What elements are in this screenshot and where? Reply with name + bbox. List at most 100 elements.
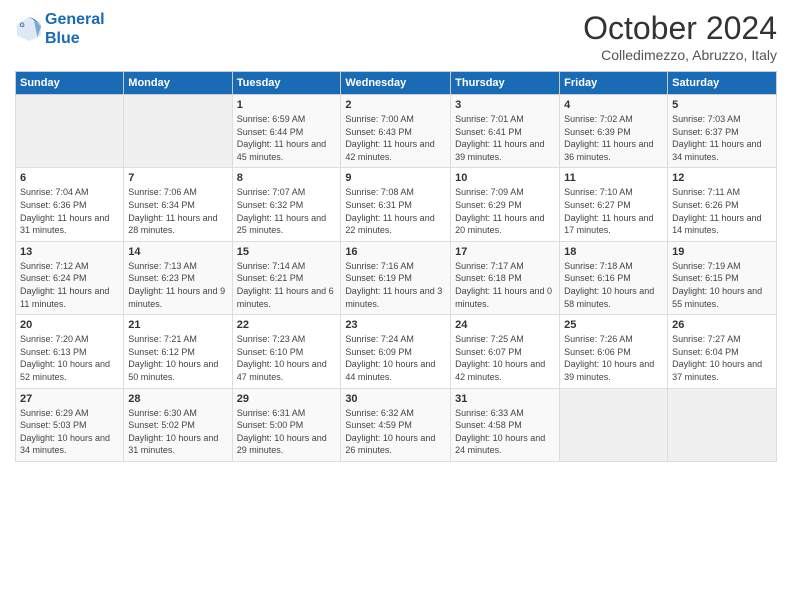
day-number: 8 (237, 172, 337, 184)
header-row: Sunday Monday Tuesday Wednesday Thursday… (16, 72, 777, 95)
day-number: 2 (345, 99, 446, 111)
calendar-cell: 17 Sunrise: 7:17 AMSunset: 6:18 PMDayligh… (451, 241, 560, 314)
day-info: Sunrise: 7:00 AMSunset: 6:43 PMDaylight:… (345, 113, 446, 163)
day-number: 23 (345, 319, 446, 331)
month-title: October 2024 (583, 10, 777, 47)
day-number: 26 (672, 319, 772, 331)
svg-text:G: G (20, 22, 25, 29)
day-number: 7 (128, 172, 227, 184)
calendar-cell: 29Sunrise: 6:31 AMSunset: 5:00 PMDayligh… (232, 388, 341, 461)
calendar-cell: 8Sunrise: 7:07 AMSunset: 6:32 PMDaylight… (232, 168, 341, 241)
header-saturday: Saturday (668, 72, 777, 95)
day-info: Sunrise: 7:17 AMSunset: 6:18 PMDaylight:… (455, 260, 555, 310)
day-info: Sunrise: 6:29 AMSunset: 5:03 PMDaylight:… (20, 407, 119, 457)
day-info: Sunrise: 6:30 AMSunset: 5:02 PMDaylight:… (128, 407, 227, 457)
calendar-week-2: 6 Sunrise: 7:04 AMSunset: 6:36 PMDaylight… (16, 168, 777, 241)
calendar-week-1: 1Sunrise: 6:59 AMSunset: 6:44 PMDaylight… (16, 95, 777, 168)
day-info: Sunrise: 7:06 AMSunset: 6:34 PMDaylight:… (128, 186, 227, 236)
day-info: Sunrise: 6:32 AMSunset: 4:59 PMDaylight:… (345, 407, 446, 457)
calendar-cell: 28 Sunrise: 6:30 AMSunset: 5:02 PMDayligh… (124, 388, 232, 461)
title-section: October 2024 Colledimezzo, Abruzzo, Ital… (583, 10, 777, 63)
day-info: Sunrise: 7:13 AMSunset: 6:23 PMDaylight:… (128, 260, 227, 310)
day-number: 1 (237, 99, 337, 111)
day-number: 20 (20, 319, 119, 331)
location-subtitle: Colledimezzo, Abruzzo, Italy (583, 47, 777, 63)
calendar-week-5: 27Sunrise: 6:29 AMSunset: 5:03 PMDayligh… (16, 388, 777, 461)
day-number: 17 (455, 246, 555, 258)
day-number: 31 (455, 393, 555, 405)
day-info: Sunrise: 6:31 AMSunset: 5:00 PMDaylight:… (237, 407, 337, 457)
calendar-cell: 19 Sunrise: 7:19 AMSunset: 6:15 PMDayligh… (668, 241, 777, 314)
day-number: 14 (128, 246, 227, 258)
day-number: 18 (564, 246, 663, 258)
calendar-cell: 2 Sunrise: 7:00 AMSunset: 6:43 PMDaylight… (341, 95, 451, 168)
calendar-cell: 20 Sunrise: 7:20 AMSunset: 6:13 PMDayligh… (16, 315, 124, 388)
calendar-page: G General Blue October 2024 Colledimezzo… (0, 0, 792, 612)
day-info: Sunrise: 7:12 AMSunset: 6:24 PMDaylight:… (20, 260, 119, 310)
logo-icon: G (15, 15, 43, 43)
calendar-cell: 12Sunrise: 7:11 AMSunset: 6:26 PMDayligh… (668, 168, 777, 241)
calendar-cell: 22 Sunrise: 7:23 AMSunset: 6:10 PMDayligh… (232, 315, 341, 388)
day-info: Sunrise: 7:18 AMSunset: 6:16 PMDaylight:… (564, 260, 663, 310)
day-info: Sunrise: 7:24 AMSunset: 6:09 PMDaylight:… (345, 333, 446, 383)
calendar-cell: 14 Sunrise: 7:13 AMSunset: 6:23 PMDayligh… (124, 241, 232, 314)
calendar-table: Sunday Monday Tuesday Wednesday Thursday… (15, 71, 777, 462)
day-number: 16 (345, 246, 446, 258)
calendar-cell: 30Sunrise: 6:32 AMSunset: 4:59 PMDayligh… (341, 388, 451, 461)
calendar-week-3: 13 Sunrise: 7:12 AMSunset: 6:24 PMDayligh… (16, 241, 777, 314)
header-tuesday: Tuesday (232, 72, 341, 95)
day-info: Sunrise: 7:04 AMSunset: 6:36 PMDaylight:… (20, 186, 119, 236)
day-number: 21 (128, 319, 227, 331)
day-number: 4 (564, 99, 663, 111)
day-number: 15 (237, 246, 337, 258)
header-monday: Monday (124, 72, 232, 95)
day-info: Sunrise: 7:16 AMSunset: 6:19 PMDaylight:… (345, 260, 446, 310)
calendar-cell: 11Sunrise: 7:10 AMSunset: 6:27 PMDayligh… (560, 168, 668, 241)
calendar-cell: 5Sunrise: 7:03 AMSunset: 6:37 PMDaylight… (668, 95, 777, 168)
day-number: 12 (672, 172, 772, 184)
calendar-cell: 16 Sunrise: 7:16 AMSunset: 6:19 PMDayligh… (341, 241, 451, 314)
calendar-cell: 21Sunrise: 7:21 AMSunset: 6:12 PMDayligh… (124, 315, 232, 388)
logo-line1: General (45, 11, 105, 28)
calendar-cell: 15 Sunrise: 7:14 AMSunset: 6:21 PMDayligh… (232, 241, 341, 314)
calendar-cell: 31Sunrise: 6:33 AMSunset: 4:58 PMDayligh… (451, 388, 560, 461)
day-number: 28 (128, 393, 227, 405)
calendar-cell: 6 Sunrise: 7:04 AMSunset: 6:36 PMDaylight… (16, 168, 124, 241)
calendar-cell (124, 95, 232, 168)
calendar-cell: 9 Sunrise: 7:08 AMSunset: 6:31 PMDaylight… (341, 168, 451, 241)
calendar-cell: 3Sunrise: 7:01 AMSunset: 6:41 PMDaylight… (451, 95, 560, 168)
day-number: 24 (455, 319, 555, 331)
calendar-cell (560, 388, 668, 461)
day-number: 11 (564, 172, 663, 184)
calendar-cell: 10Sunrise: 7:09 AMSunset: 6:29 PMDayligh… (451, 168, 560, 241)
logo-text: General Blue (45, 10, 105, 48)
logo: G General Blue (15, 10, 105, 48)
calendar-cell: 26 Sunrise: 7:27 AMSunset: 6:04 PMDayligh… (668, 315, 777, 388)
day-info: Sunrise: 7:23 AMSunset: 6:10 PMDaylight:… (237, 333, 337, 383)
day-number: 22 (237, 319, 337, 331)
calendar-cell: 18 Sunrise: 7:18 AMSunset: 6:16 PMDayligh… (560, 241, 668, 314)
calendar-cell: 7 Sunrise: 7:06 AMSunset: 6:34 PMDaylight… (124, 168, 232, 241)
day-info: Sunrise: 7:27 AMSunset: 6:04 PMDaylight:… (672, 333, 772, 383)
day-info: Sunrise: 7:08 AMSunset: 6:31 PMDaylight:… (345, 186, 446, 236)
day-number: 25 (564, 319, 663, 331)
day-number: 13 (20, 246, 119, 258)
day-info: Sunrise: 7:26 AMSunset: 6:06 PMDaylight:… (564, 333, 663, 383)
calendar-cell: 1Sunrise: 6:59 AMSunset: 6:44 PMDaylight… (232, 95, 341, 168)
calendar-cell: 13 Sunrise: 7:12 AMSunset: 6:24 PMDayligh… (16, 241, 124, 314)
header-friday: Friday (560, 72, 668, 95)
day-info: Sunrise: 7:14 AMSunset: 6:21 PMDaylight:… (237, 260, 337, 310)
day-info: Sunrise: 7:20 AMSunset: 6:13 PMDaylight:… (20, 333, 119, 383)
calendar-cell: 25 Sunrise: 7:26 AMSunset: 6:06 PMDayligh… (560, 315, 668, 388)
header: G General Blue October 2024 Colledimezzo… (15, 10, 777, 63)
header-wednesday: Wednesday (341, 72, 451, 95)
calendar-cell: 23 Sunrise: 7:24 AMSunset: 6:09 PMDayligh… (341, 315, 451, 388)
day-number: 9 (345, 172, 446, 184)
day-number: 6 (20, 172, 119, 184)
header-sunday: Sunday (16, 72, 124, 95)
calendar-cell (16, 95, 124, 168)
day-number: 19 (672, 246, 772, 258)
header-thursday: Thursday (451, 72, 560, 95)
day-info: Sunrise: 7:09 AMSunset: 6:29 PMDaylight:… (455, 186, 555, 236)
day-info: Sunrise: 7:19 AMSunset: 6:15 PMDaylight:… (672, 260, 772, 310)
